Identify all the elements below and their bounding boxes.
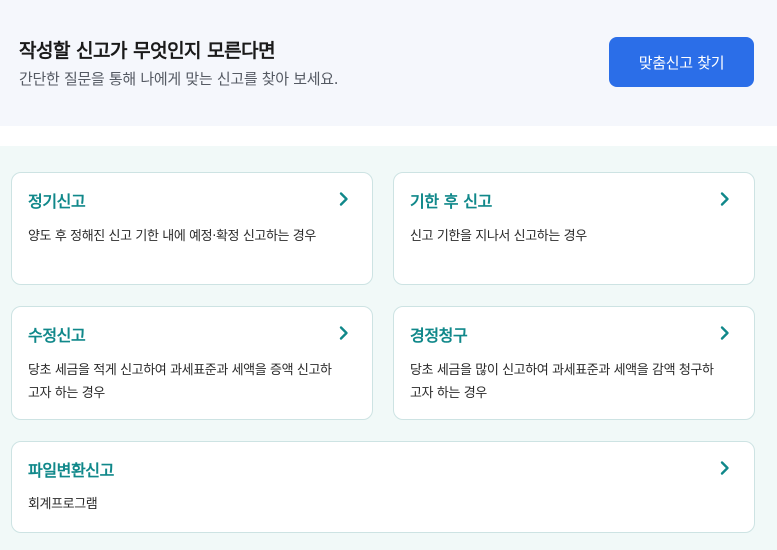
card-title: 기한 후 신고	[410, 192, 492, 211]
card-file-conversion-filing[interactable]: 파일변환신고 회계프로그램	[11, 441, 755, 533]
find-custom-filing-button[interactable]: 맞춤신고 찾기	[609, 37, 754, 87]
card-title: 정기신고	[28, 192, 86, 211]
card-description: 당초 세금을 적게 신고하여 과세표준과 세액을 증액 신고하고자 하는 경우	[28, 363, 332, 401]
card-title: 수정신고	[28, 326, 86, 345]
card-description: 회계프로그램	[28, 497, 98, 512]
banner-subtitle: 간단한 질문을 통해 나에게 맞는 신고를 찾아 보세요.	[19, 70, 339, 88]
card-correction-claim[interactable]: 경정청구 당초 세금을 많이 신고하여 과세표준과 세액을 감액 청구하고자 하…	[393, 306, 755, 420]
chevron-right-icon	[720, 461, 729, 475]
card-description: 양도 후 정해진 신고 기한 내에 예정·확정 신고하는 경우	[28, 229, 316, 244]
card-amended-filing[interactable]: 수정신고 당초 세금을 적게 신고하여 과세표준과 세액을 증액 신고하고자 하…	[11, 306, 373, 420]
card-regular-filing[interactable]: 정기신고 양도 후 정해진 신고 기한 내에 예정·확정 신고하는 경우	[11, 172, 373, 285]
card-description: 신고 기한을 지나서 신고하는 경우	[410, 229, 587, 244]
chevron-right-icon	[720, 326, 729, 340]
chevron-right-icon	[339, 326, 348, 340]
card-late-filing[interactable]: 기한 후 신고 신고 기한을 지나서 신고하는 경우	[393, 172, 755, 285]
banner: 작성할 신고가 무엇인지 모른다면 간단한 질문을 통해 나에게 맞는 신고를 …	[0, 0, 777, 126]
card-title: 경정청구	[410, 326, 468, 345]
chevron-right-icon	[720, 192, 729, 206]
banner-title: 작성할 신고가 무엇인지 모른다면	[19, 40, 276, 62]
card-title: 파일변환신고	[28, 461, 114, 480]
card-description: 당초 세금을 많이 신고하여 과세표준과 세액을 감액 청구하고자 하는 경우	[410, 363, 714, 401]
chevron-right-icon	[339, 192, 348, 206]
